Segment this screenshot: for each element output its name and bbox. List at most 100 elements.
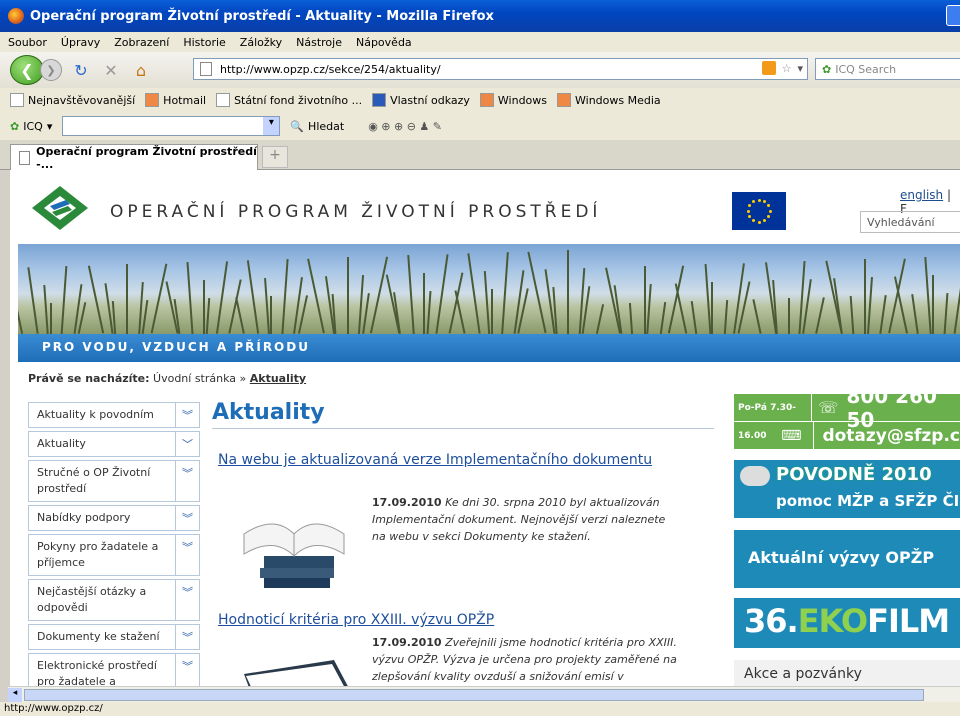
logo-text: OPERAČNÍ PROGRAM ŽIVOTNÍ PROSTŘEDÍ [110,202,602,222]
grass-blade [815,297,825,334]
menu-help[interactable]: Nápověda [356,36,412,49]
email-link[interactable]: dotazy@sfzp.c [814,426,960,446]
rss-icon[interactable] [761,61,776,75]
english-link[interactable]: english [900,188,943,202]
chevron-down-icon[interactable]: ﹀ [175,432,199,456]
sidenav-item[interactable]: Dokumenty ke stažení ︾ [28,624,200,650]
chevron-down-icon[interactable]: ︾ [175,506,199,530]
page-title: Aktuality [212,400,325,425]
dropdown-icon[interactable]: ▾ [797,62,803,75]
menu-history[interactable]: Historie [183,36,225,49]
grass-blade [490,289,493,334]
grass-blade [667,265,685,334]
chevron-down-icon[interactable]: ︾ [175,580,199,620]
windows-icon [145,93,160,107]
flood-banner[interactable]: POVODNĚ 2010 pomoc MŽP a SFŽP ČI [734,460,960,518]
horizontal-scrollbar[interactable]: ◂ [8,686,960,702]
current-calls-banner[interactable]: Aktuální výzvy OPŽP [734,530,960,588]
forward-button[interactable]: ❯ [40,59,62,81]
scroll-thumb[interactable] [24,689,924,701]
article-title-link[interactable]: Na webu je aktualizovaná verze Implement… [218,450,718,470]
chevron-down-icon[interactable]: ︾ [175,461,199,501]
grass-blade [646,283,652,334]
grass-blade [526,251,547,334]
grass-blade [628,302,634,334]
bookmark-item[interactable]: Státní fond životního ... [216,93,362,107]
url-bar[interactable]: http://www.opzp.cz/sekce/254/aktuality/ … [193,58,808,80]
chevron-down-icon[interactable]: ︾ [175,654,199,686]
icq-search-button[interactable]: Hledat [308,120,344,133]
new-tab-button[interactable]: + [262,146,288,168]
eu-star [768,209,772,213]
grass-blade [205,297,211,334]
icq-search-input[interactable] [62,116,281,136]
site-search-input[interactable]: Vyhledávání [860,211,960,233]
bookmark-icon [10,93,24,107]
chevron-down-icon[interactable]: ▾ [47,120,53,133]
back-button[interactable]: ❮ [10,55,44,85]
sidenav-item[interactable]: Elektronické prostředí pro žadatele a př… [28,653,200,686]
events-heading[interactable]: Akce a pozvánky [734,660,960,686]
bookmark-item[interactable]: Vlastní odkazy [372,93,470,107]
grass-blade [361,293,370,334]
sidenav-item[interactable]: Nejčastější otázky a odpovědi ︾ [28,579,200,621]
maximize-button[interactable] [946,5,960,26]
grass-blade [711,282,713,334]
icq-label[interactable]: ICQ [23,120,43,133]
home-icon[interactable]: ⌂ [130,59,152,81]
stop-icon[interactable]: ✕ [100,59,122,81]
grass-blade [60,266,68,334]
sidenav-item[interactable]: Aktuality ﹀ [28,431,200,457]
sidenav-item[interactable]: Aktuality k povodním ︾ [28,402,200,428]
article-title-link[interactable]: Hodnoticí kritéria pro XXIII. výzvu OPŽP [218,610,718,630]
phone-icon: ☏ [818,398,839,417]
grass-blade [953,256,960,334]
bookmark-item[interactable]: Hotmail [145,93,206,107]
grass-blade [307,258,325,334]
slogan-bar: PRO VODU, VZDUCH A PŘÍRODU [18,334,960,362]
scroll-left-icon[interactable]: ◂ [8,688,22,702]
news-article: Na webu je aktualizovaná verze Implement… [218,450,718,588]
bookmark-item[interactable]: Nejnavštěvovanější [10,93,135,107]
menu-bookmarks[interactable]: Záložky [240,36,282,49]
grass-blade [202,280,205,334]
url-text: http://www.opzp.cz/sekce/254/aktuality/ [220,62,441,76]
search-box[interactable]: ✿ ICQ Search [815,58,960,80]
menu-tools[interactable]: Nástroje [296,36,342,49]
chevron-down-icon[interactable]: ︾ [175,535,199,575]
bookmark-item[interactable]: Windows [479,93,547,107]
books-image [243,523,345,588]
eu-star [767,204,771,207]
ekofilm-banner[interactable]: 36.EKOFILM [734,598,960,648]
hotline-box[interactable]: Po-Pá 7.30-16.00 ☏ 800 260 50 ⌨ dotazy@sfzp… [734,384,960,450]
star-icon[interactable]: ☆ [782,62,792,75]
firefox-icon [8,8,24,24]
flood-subtitle: pomoc MŽP a SFŽP ČI [776,492,960,510]
document-image [244,660,348,686]
ekofilm-number: 36. [744,602,799,640]
windows-icon [479,93,494,107]
grass-blade [215,261,228,334]
menu-edit[interactable]: Úpravy [61,36,100,49]
bookmark-item[interactable]: Windows Media [557,93,661,107]
breadcrumb-home[interactable]: Úvodní stránka [153,372,236,385]
grass-blade [483,271,491,334]
opzp-logo[interactable] [28,182,92,234]
grass-blade [454,290,466,334]
menu-file[interactable]: Soubor [8,36,47,49]
navigation-toolbar: ❮ ❯ ↻ ✕ ⌂ http://www.opzp.cz/sekce/254/a… [0,52,960,88]
article-date: 17.09.2010 [372,496,442,509]
grass-blade [567,250,569,334]
sidenav-item[interactable]: Stručné o OP Životní prostředí ︾ [28,460,200,502]
reload-icon[interactable]: ↻ [70,59,92,81]
menu-view[interactable]: Zobrazení [114,36,169,49]
sidenav-item[interactable]: Pokyny pro žadatele a příjemce ︾ [28,534,200,576]
icq-icon: ✿ [822,62,832,76]
tab-active[interactable]: Operační program Životní prostředí -... [10,144,258,171]
toolbar-icons[interactable]: ◉ ⊕ ⊕ ⊖ ♟ ✎ [368,120,442,133]
grass-blade [87,265,104,334]
breadcrumb-current[interactable]: Aktuality [250,372,306,385]
sidenav-item[interactable]: Nabídky podpory ︾ [28,505,200,531]
chevron-down-icon[interactable]: ︾ [175,403,199,427]
chevron-down-icon[interactable]: ︾ [175,625,199,649]
